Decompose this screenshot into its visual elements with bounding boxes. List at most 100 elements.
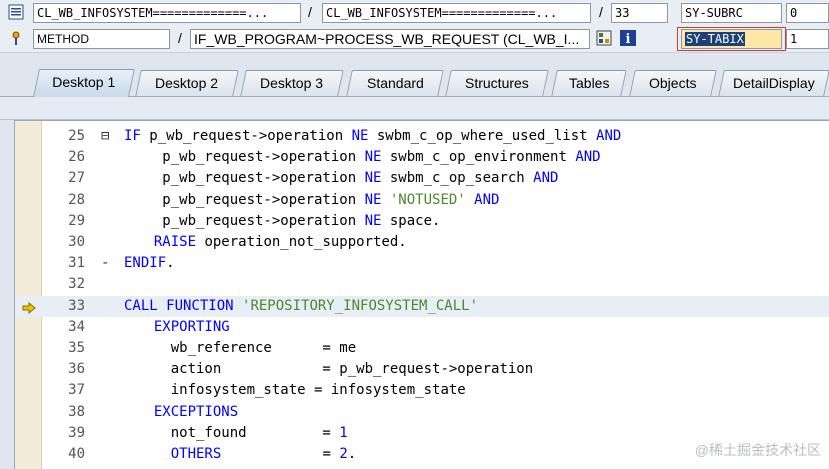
separator: / [178,30,182,46]
code-token: infosystem_state = infosystem_state [170,382,466,399]
code-text: EXCEPTIONS [154,402,238,423]
keyword-token: EXPORTING [153,318,230,335]
tab-label: Structures [465,75,529,91]
tab-detaildisplay[interactable]: DetailDisplay [718,70,829,96]
code-line[interactable]: 25 ⊟ IF p_wb_request->operation NE swbm_c_… [15,126,829,147]
code-token: p_wb_request->operation [162,170,365,187]
code-line[interactable]: 32 [15,274,829,295]
line-number: 32 [68,276,85,293]
code-token: swbm_c_op_search [381,170,534,187]
code-token: p_wb_request->operation [162,191,365,208]
tab-label: DetailDisplay [733,75,815,91]
keyword-token: NE [351,128,369,144]
program-field[interactable]: CL_WB_INFOSYSTEM=============... [33,3,301,23]
variables-row-2: METHOD / IF_WB_PROGRAM~PROCESS_WB_REQUES… [0,26,829,53]
code-text: not_found = 1 [171,423,348,444]
tab-standard[interactable]: Standard [346,70,444,96]
keyword-token: NE [364,170,382,187]
line-number-field[interactable]: 33 [611,3,668,23]
tab-desktop-3[interactable]: Desktop 3 [240,70,344,96]
list-icon[interactable] [8,4,24,20]
code-token: = [221,446,340,462]
code-line[interactable]: 26 p_wb_request->operation NE swbm_c_op_e… [15,147,829,168]
keyword-token: NE [364,212,382,229]
line-number: 31 [68,255,85,272]
include-field[interactable]: CL_WB_INFOSYSTEM=============... [322,3,591,23]
code-text: p_wb_request->operation NE 'NOTUSED' AND [162,190,499,211]
source-code-editor[interactable]: 25 ⊟ IF p_wb_request->operation NE swbm_c_… [14,120,829,469]
sysvar-value-field[interactable]: 1 [786,29,829,49]
number-token: 2 [339,446,348,462]
string-token: 'NOTUSED' [389,191,466,208]
code-line[interactable]: 34 EXPORTING [15,317,829,338]
keyword-token: NE [364,191,382,208]
sysvar-value-field[interactable]: 0 [786,3,829,23]
code-line[interactable]: 38 EXCEPTIONS [15,402,829,423]
code-line[interactable]: 35 wb_reference = me [15,338,829,359]
tab-label: Desktop 1 [52,74,116,90]
tab-label: Tables [568,75,610,91]
event-name-field[interactable]: IF_WB_PROGRAM~PROCESS_WB_REQUEST (CL_WB_… [190,29,590,49]
keyword-token: ENDIF [124,255,167,272]
collapse-block-icon[interactable]: ⊟ [101,126,109,147]
keyword-token: AND [474,191,500,208]
code-text: OTHERS = 2. [171,444,356,465]
tab-desktop-1[interactable]: Desktop 1 [33,69,135,97]
code-token: swbm_c_op_where_used_list [368,128,597,144]
toolbar-strip [0,97,829,120]
keyword-token: NE [364,149,382,166]
code-line[interactable]: 30 RAISE operation_not_supported. [15,232,829,253]
tab-tables[interactable]: Tables [551,70,627,96]
code-text: IF p_wb_request->operation NE swbm_c_op_… [124,126,621,147]
line-number: 25 [68,128,85,144]
code-line[interactable]: 37 infosystem_state = infosystem_state [15,380,829,401]
info-icon[interactable]: i [620,30,636,47]
code-line[interactable]: 28 p_wb_request->operation NE 'NOTUSED' A… [15,190,829,211]
code-token: p_wb_request->operation [140,128,352,144]
line-number: 39 [68,424,85,441]
tab-objects[interactable]: Objects [629,70,717,96]
code-token: space. [381,212,441,229]
tab-desktop-2[interactable]: Desktop 2 [135,70,239,96]
code-line[interactable]: 27 p_wb_request->operation NE swbm_c_op_s… [15,168,829,189]
code-line[interactable]: 31- ENDIF. [15,253,829,274]
code-line[interactable]: 36 action = p_wb_request->operation [15,359,829,380]
code-text: action = p_wb_request->operation [171,359,533,380]
code-token: wb_reference = me [170,340,357,356]
code-token: swbm_c_op_environment [381,149,576,166]
sysvar-name-field[interactable]: SY-SUBRC [681,3,782,23]
fold-end-marker[interactable]: - [101,253,109,274]
keyword-token: AND [533,170,559,187]
line-number: 34 [68,318,85,335]
line-number: 35 [68,340,85,356]
line-number: 37 [68,382,85,399]
code-line-current[interactable]: 33 CALL FUNCTION 'REPOSITORY_INFOSYSTEM_C… [15,295,829,317]
line-number: 28 [68,191,85,208]
code-token: p_wb_request->operation [162,149,365,166]
variables-row-1: CL_WB_INFOSYSTEM=============... / CL_WB… [0,0,829,26]
code-text: EXPORTING [154,317,230,338]
sysvar-name-field-selected[interactable]: SY-TABIX [681,29,782,49]
string-token: 'REPOSITORY_INFOSYSTEM_CALL' [242,297,479,314]
code-token: . [347,446,357,462]
separator: / [308,4,312,20]
desktop-tabs: Desktop 1 Desktop 2 Desktop 3 Standard S… [0,66,829,97]
code-text: wb_reference = me [171,338,356,359]
selected-text: SY-TABIX [685,32,745,46]
line-number: 29 [68,212,85,229]
code-line[interactable]: 29 p_wb_request->operation NE space. [15,211,829,232]
method-icon[interactable] [8,30,24,46]
separator: / [599,4,603,20]
tab-structures[interactable]: Structures [445,70,549,96]
highlight-frame: SY-TABIX [677,27,786,51]
event-type-field[interactable]: METHOD [33,29,170,49]
number-token: 1 [339,424,348,441]
keyword-token: IF [124,128,141,144]
line-number: 36 [68,361,85,378]
structure-icon[interactable] [596,30,612,46]
line-number: 27 [68,170,85,187]
tab-label: Objects [649,75,697,91]
